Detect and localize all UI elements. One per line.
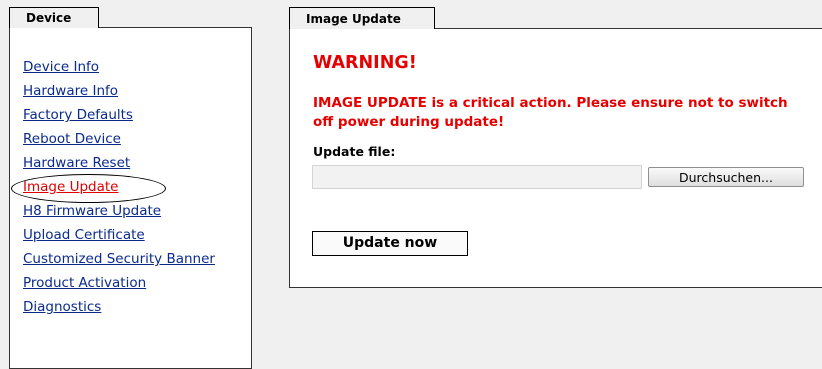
sidebar-item-hardware-info[interactable]: Hardware Info xyxy=(23,82,223,100)
sidebar-item-factory-defaults[interactable]: Factory Defaults xyxy=(23,106,223,124)
sidebar-item-reboot-device[interactable]: Reboot Device xyxy=(23,130,223,148)
sidebar-item-product-activation[interactable]: Product Activation xyxy=(23,274,223,292)
browse-button[interactable]: Durchsuchen... xyxy=(648,167,804,187)
warning-message: IMAGE UPDATE is a critical action. Pleas… xyxy=(313,95,788,130)
sidebar-item-image-update[interactable]: Image Update xyxy=(23,178,223,196)
warning-title: WARNING! xyxy=(313,53,417,73)
image-update-panel: WARNING! IMAGE UPDATE is a critical acti… xyxy=(289,28,822,288)
sidebar-item-customized-security-banner[interactable]: Customized Security Banner xyxy=(23,250,223,268)
sidebar-item-hardware-reset[interactable]: Hardware Reset xyxy=(23,154,223,172)
sidebar-nav: Device Info Hardware Info Factory Defaul… xyxy=(23,58,223,322)
sidebar-item-h8-firmware-update[interactable]: H8 Firmware Update xyxy=(23,202,223,220)
sidebar-item-diagnostics[interactable]: Diagnostics xyxy=(23,298,223,316)
update-file-input[interactable] xyxy=(312,165,642,189)
sidebar-item-upload-certificate[interactable]: Upload Certificate xyxy=(23,226,223,244)
tab-image-update[interactable]: Image Update xyxy=(289,7,435,29)
sidebar-item-device-info[interactable]: Device Info xyxy=(23,58,223,76)
tab-device[interactable]: Device xyxy=(9,7,99,28)
update-now-button[interactable]: Update now xyxy=(312,231,468,256)
update-file-label: Update file: xyxy=(313,144,396,159)
